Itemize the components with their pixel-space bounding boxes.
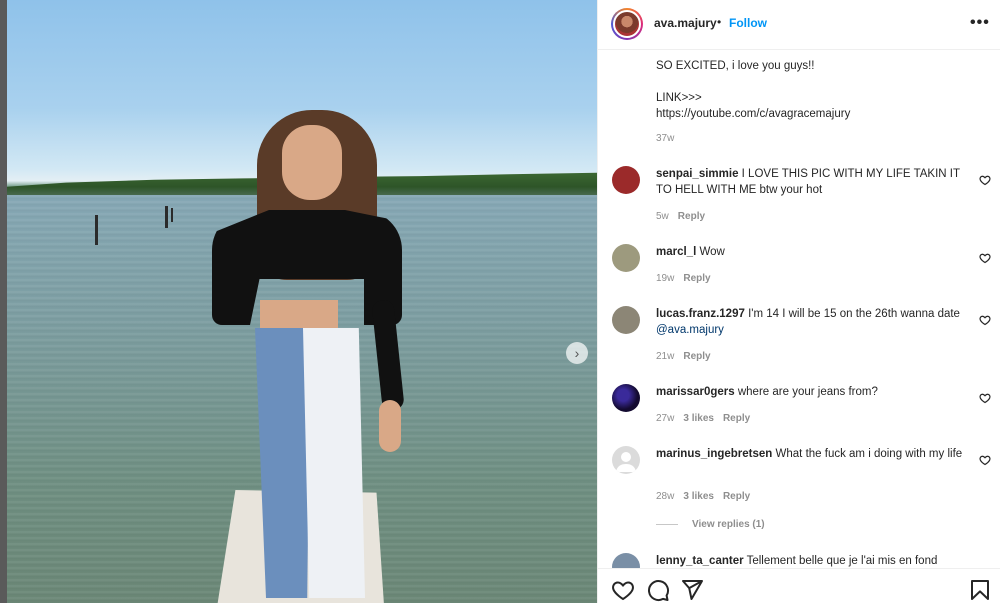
comment-meta: 28w 3 likes Reply — [656, 491, 759, 502]
reply-button[interactable]: Reply — [683, 273, 710, 284]
comment-mention[interactable]: @ava.majury — [656, 324, 724, 336]
caption-timestamp[interactable]: 37w — [656, 133, 674, 144]
person-hand — [379, 400, 401, 452]
person-midriff — [260, 300, 338, 332]
comment-username[interactable]: marissar0gers — [656, 386, 735, 398]
comment-time[interactable]: 27w — [656, 413, 674, 424]
water-post — [95, 215, 98, 245]
comment-meta: 5w Reply — [656, 211, 714, 222]
author-username[interactable]: ava.majury — [654, 16, 717, 30]
heart-icon[interactable] — [979, 252, 991, 264]
comment-body: lenny_ta_canter Tellement belle que je l… — [656, 553, 971, 569]
comment-meta: 21w Reply — [656, 351, 720, 362]
caption-link[interactable]: https://youtube.com/c/avagracemajury — [656, 106, 976, 122]
comment-time[interactable]: 28w — [656, 491, 674, 502]
heart-icon[interactable] — [611, 578, 635, 602]
comment-time[interactable]: 21w — [656, 351, 674, 362]
comment-body: lucas.franz.1297 I'm 14 I will be 15 on … — [656, 306, 971, 338]
comment-body: senpai_simmie I LOVE THIS PIC WITH MY LI… — [656, 166, 971, 198]
action-bar — [598, 568, 1000, 603]
reply-button[interactable]: Reply — [678, 211, 705, 222]
water-post — [165, 206, 168, 228]
reply-button[interactable]: Reply — [683, 351, 710, 362]
comment-meta: 27w 3 likes Reply — [656, 413, 759, 424]
avatar[interactable] — [612, 244, 640, 272]
bookmark-icon[interactable] — [968, 578, 992, 602]
replies-divider — [656, 524, 678, 525]
comment-username[interactable]: lenny_ta_canter — [656, 555, 744, 567]
caption-line: LINK>>> — [656, 92, 702, 104]
comment-time[interactable]: 19w — [656, 273, 674, 284]
caption-line: SO EXCITED, i love you guys!! — [656, 60, 815, 72]
post-photo[interactable] — [7, 0, 597, 603]
avatar[interactable] — [612, 306, 640, 334]
left-gutter — [0, 0, 7, 603]
comment-username[interactable]: marcl_l — [656, 246, 696, 258]
reply-button[interactable]: Reply — [723, 491, 750, 502]
comment-icon[interactable] — [646, 578, 670, 602]
comment-text: I'm 14 I will be 15 on the 26th wanna da… — [748, 308, 960, 320]
follow-button[interactable]: Follow — [729, 16, 767, 30]
chevron-right-icon: › — [574, 345, 580, 361]
caption-line — [656, 74, 976, 90]
person-jeans-right — [303, 328, 365, 598]
avatar[interactable] — [612, 166, 640, 194]
heart-icon[interactable] — [979, 314, 991, 326]
comment-username[interactable]: marinus_ingebretsen — [656, 448, 772, 460]
avatar[interactable] — [612, 384, 640, 412]
comment-body: marinus_ingebretsen What the fuck am i d… — [656, 446, 971, 462]
view-replies-button[interactable]: View replies (1) — [656, 519, 765, 530]
comment-body: marissar0gers where are your jeans from? — [656, 384, 971, 400]
comment-text: Tellement belle que je l'ai mis en fond — [746, 555, 938, 567]
comment-text: Wow — [699, 246, 725, 258]
comment-time[interactable]: 5w — [656, 211, 669, 222]
likes-count[interactable]: 3 likes — [683, 413, 714, 424]
comment-username[interactable]: senpai_simmie — [656, 168, 738, 180]
likes-count[interactable]: 3 likes — [683, 491, 714, 502]
post-header: ava.majury • Follow ••• — [598, 0, 1000, 50]
view-replies-label: View replies (1) — [692, 519, 765, 530]
default-avatar-icon — [616, 452, 636, 472]
more-options-icon[interactable]: ••• — [970, 14, 990, 32]
share-icon[interactable] — [680, 578, 704, 602]
author-avatar[interactable] — [611, 8, 643, 40]
comment-text: What the fuck am i doing with my life — [775, 448, 963, 460]
person-face — [282, 125, 342, 200]
comment-username[interactable]: lucas.franz.1297 — [656, 308, 745, 320]
comment-meta: 19w Reply — [656, 273, 720, 284]
post-side-panel: ava.majury • Follow ••• SO EXCITED, i lo… — [597, 0, 1000, 603]
next-photo-button[interactable]: › — [566, 342, 588, 364]
reply-button[interactable]: Reply — [723, 413, 750, 424]
heart-icon[interactable] — [979, 392, 991, 404]
water-post — [171, 208, 173, 222]
heart-icon[interactable] — [979, 454, 991, 466]
post-caption: SO EXCITED, i love you guys!! LINK>>> ht… — [656, 58, 976, 122]
comment-body: marcl_l Wow — [656, 244, 971, 260]
separator-dot: • — [717, 15, 722, 29]
avatar[interactable] — [612, 446, 640, 474]
heart-icon[interactable] — [979, 174, 991, 186]
comment-text: where are your jeans from? — [737, 386, 878, 398]
